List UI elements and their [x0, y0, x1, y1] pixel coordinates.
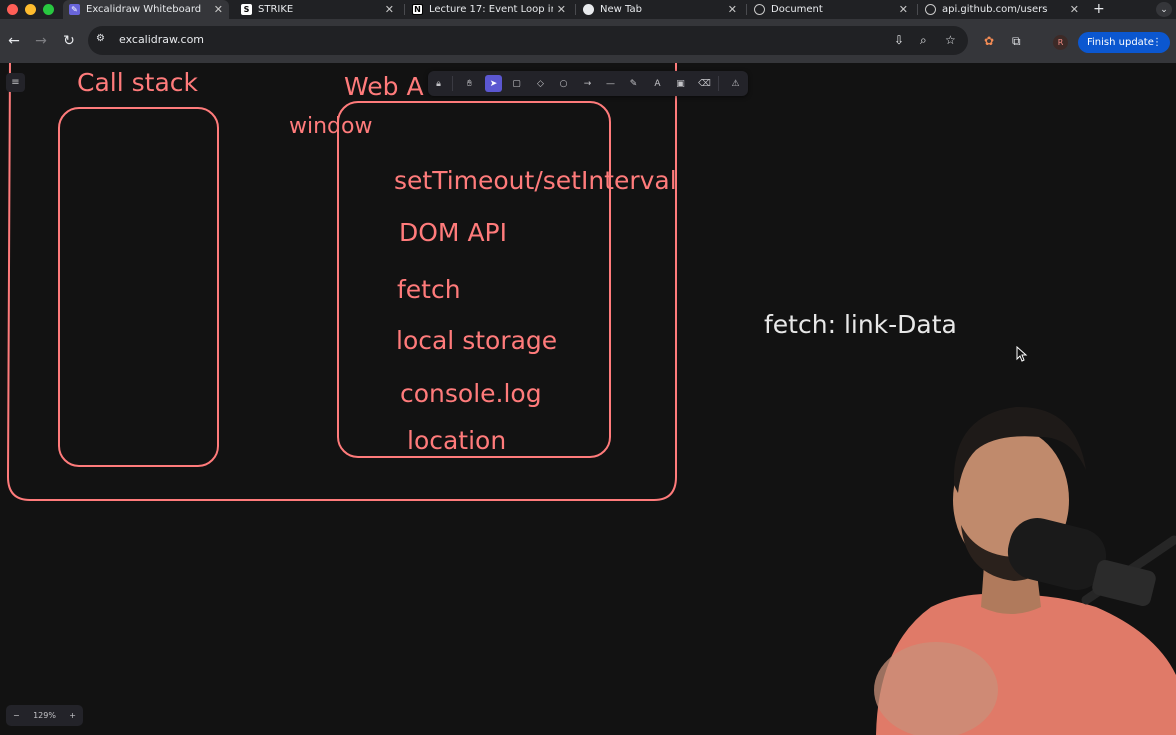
tab-search-button[interactable]: ⌄ — [1156, 2, 1172, 17]
close-icon[interactable]: ✕ — [1070, 3, 1079, 16]
notion-logo-icon: N — [412, 4, 423, 15]
toolbar-divider — [718, 76, 719, 91]
zoom-in-button[interactable]: + — [69, 711, 76, 720]
call-stack-label[interactable]: Call stack — [77, 68, 198, 97]
browser-toolbar: ← → ↻ ⚙ excalidraw.com ⇩ ⌕ ☆ ✿ ⧉ R Finis… — [0, 19, 1176, 63]
close-icon[interactable]: ✕ — [214, 3, 223, 16]
line-icon[interactable]: — — [602, 75, 619, 92]
tab-title: STRIKE — [258, 4, 294, 15]
rectangle-icon[interactable]: ▢ — [508, 75, 525, 92]
lock-icon[interactable]: 🔒︎ — [430, 75, 447, 92]
reload-button[interactable]: ↻ — [59, 31, 79, 51]
globe-icon — [925, 4, 936, 15]
toolbar-divider — [452, 76, 453, 91]
zoom-out-button[interactable]: − — [13, 711, 20, 720]
tab-github-api[interactable]: api.github.com/users ✕ — [919, 0, 1085, 19]
presenter-webcam-overlay — [874, 406, 1176, 735]
close-icon[interactable]: ✕ — [728, 3, 737, 16]
close-icon[interactable]: ✕ — [557, 3, 566, 16]
tab-title: Excalidraw Whiteboard — [86, 4, 202, 15]
extensions-puzzle-icon[interactable]: ⧉ — [1012, 34, 1021, 49]
arrow-icon[interactable]: → — [579, 75, 596, 92]
close-icon[interactable]: ✕ — [899, 3, 908, 16]
site-settings-icon[interactable]: ⚙ — [96, 33, 105, 44]
avatar[interactable]: R — [1053, 35, 1068, 50]
hand-icon[interactable]: ✋︎ — [461, 75, 478, 92]
excalidraw-canvas[interactable]: Call stack Web A window setTimeout/setIn… — [0, 63, 1176, 735]
tab-title: api.github.com/users — [942, 4, 1048, 15]
install-app-icon[interactable]: ⇩ — [894, 33, 904, 47]
excalidraw-logo-icon: ✎ — [69, 4, 80, 15]
pencil-icon[interactable]: ✎ — [625, 75, 642, 92]
window-label[interactable]: window — [289, 114, 372, 139]
zoom-level[interactable]: 129% — [33, 711, 56, 720]
ellipse-icon[interactable]: ○ — [555, 75, 572, 92]
tab-separator — [404, 4, 405, 15]
mouse-cursor-icon — [1016, 346, 1028, 362]
close-icon[interactable]: ✕ — [385, 3, 394, 16]
main-menu-button[interactable]: ≡ — [6, 73, 25, 92]
more-menu-icon[interactable]: ⋮ — [1152, 37, 1162, 48]
tab-document[interactable]: Document ✕ — [748, 0, 914, 19]
zoom-controls: − 129% + — [6, 705, 83, 726]
tab-new-tab[interactable]: New Tab ✕ — [577, 0, 743, 19]
dom-api-label[interactable]: DOM API — [399, 218, 507, 247]
close-window-button[interactable] — [7, 4, 18, 15]
library-icon[interactable]: ⚠︎ — [727, 75, 744, 92]
tab-separator — [575, 4, 576, 15]
fetch-note-label[interactable]: fetch: link-Data — [764, 310, 957, 339]
tab-excalidraw[interactable]: ✎ Excalidraw Whiteboard ✕ — [63, 0, 229, 19]
new-tab-button[interactable]: + — [1093, 1, 1105, 17]
shapes-toolbar: 🔒︎ ✋︎ ➤ ▢ ◇ ○ → — ✎ A ▣ ⌫ ⚠︎ — [428, 71, 748, 96]
settimeout-label[interactable]: setTimeout/setInterval — [394, 166, 677, 195]
web-apis-label[interactable]: Web A — [344, 72, 424, 101]
local-storage-label[interactable]: local storage — [396, 326, 557, 355]
tab-lecture[interactable]: N Lecture 17: Event Loop in ✕ — [406, 0, 572, 19]
finish-update-label: Finish update — [1087, 37, 1154, 48]
location-label[interactable]: location — [407, 426, 506, 455]
tab-separator — [917, 4, 918, 15]
tab-title: New Tab — [600, 4, 642, 15]
finish-update-button[interactable]: Finish update ⋮ — [1078, 32, 1170, 53]
chrome-logo-icon — [583, 4, 594, 15]
tab-separator — [746, 4, 747, 15]
tab-title: Document — [771, 4, 823, 15]
browser-tab-strip: ✎ Excalidraw Whiteboard ✕ S STRIKE ✕ N L… — [0, 0, 1176, 19]
call-stack-box[interactable] — [58, 107, 219, 467]
address-bar[interactable]: ⚙ excalidraw.com ⇩ ⌕ ☆ — [88, 26, 968, 55]
bookmark-star-icon[interactable]: ☆ — [945, 33, 956, 47]
maximize-window-button[interactable] — [43, 4, 54, 15]
select-icon[interactable]: ➤ — [485, 75, 502, 92]
zoom-icon[interactable]: ⌕ — [920, 33, 927, 48]
eraser-icon[interactable]: ⌫ — [696, 75, 713, 92]
console-log-label[interactable]: console.log — [400, 379, 542, 408]
text-icon[interactable]: A — [649, 75, 666, 92]
diamond-icon[interactable]: ◇ — [532, 75, 549, 92]
tab-title: Lecture 17: Event Loop in — [429, 4, 553, 15]
minimize-window-button[interactable] — [25, 4, 36, 15]
image-icon[interactable]: ▣ — [672, 75, 689, 92]
back-button[interactable]: ← — [4, 31, 24, 51]
tab-strike[interactable]: S STRIKE ✕ — [235, 0, 400, 19]
url-text[interactable]: excalidraw.com — [119, 33, 204, 46]
extension-icon[interactable]: ✿ — [984, 34, 994, 48]
globe-icon — [754, 4, 765, 15]
forward-button[interactable]: → — [31, 31, 51, 51]
strike-logo-icon: S — [241, 4, 252, 15]
fetch-label[interactable]: fetch — [397, 275, 461, 304]
